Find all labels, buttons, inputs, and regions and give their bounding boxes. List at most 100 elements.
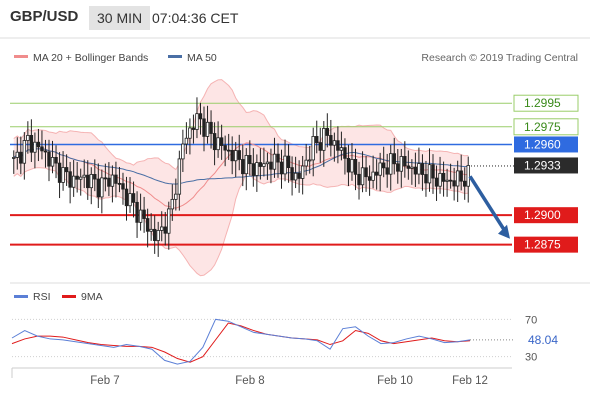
candle-body xyxy=(353,159,358,175)
candle-body xyxy=(406,165,411,169)
candle-body xyxy=(307,159,312,162)
candle-body xyxy=(279,161,284,175)
candle-body xyxy=(290,167,294,181)
candle-body xyxy=(29,135,34,153)
candle-body xyxy=(61,167,65,183)
candle-body xyxy=(367,176,372,181)
candle-body xyxy=(124,188,129,207)
candle-body xyxy=(110,174,115,187)
candle-body xyxy=(269,161,273,170)
research-credit: Research © 2019 Trading Central xyxy=(421,52,578,64)
candle-body xyxy=(452,180,456,187)
rsi-level-label: 30 xyxy=(525,352,537,364)
candle-body xyxy=(304,159,308,167)
candle-body xyxy=(392,153,396,165)
candle-body xyxy=(103,177,108,180)
candle-body xyxy=(131,193,136,203)
candle-body xyxy=(329,135,333,146)
candle-body xyxy=(466,165,470,187)
candle-body xyxy=(36,141,41,148)
candle-body xyxy=(138,209,143,223)
candle-body xyxy=(265,161,270,165)
candle-body xyxy=(420,163,425,175)
candle-body xyxy=(216,137,220,151)
level-label-1.2995: 1.2995 xyxy=(524,96,561,110)
candle-body xyxy=(357,173,361,186)
candle-body xyxy=(427,164,432,184)
candle-body xyxy=(121,183,125,190)
candle-body xyxy=(195,113,199,130)
candle-body xyxy=(385,167,389,175)
candle-body xyxy=(145,218,150,232)
candle-body xyxy=(322,128,326,151)
candle-body xyxy=(234,150,238,162)
rsi-legend-swatch xyxy=(14,295,28,298)
candle-body xyxy=(19,151,23,164)
ma50-legend-label: MA 50 xyxy=(187,52,217,64)
ma20-legend-label: MA 20 + Bollinger Bands xyxy=(33,52,148,64)
candle-body xyxy=(431,164,435,179)
candle-body xyxy=(114,174,118,184)
ma9-legend-swatch xyxy=(62,295,76,298)
candle-body xyxy=(64,167,69,173)
candle-body xyxy=(258,162,263,167)
level-label-1.2875: 1.2875 xyxy=(524,238,561,252)
candle-body xyxy=(149,228,153,232)
candle-body xyxy=(202,118,206,137)
candle-body xyxy=(223,145,227,151)
candle-body xyxy=(86,174,90,189)
candle-body xyxy=(188,127,192,139)
candle-body xyxy=(445,179,449,182)
candle-body xyxy=(339,147,344,151)
ma50-legend-swatch xyxy=(168,55,182,58)
candle-body xyxy=(396,163,400,172)
level-label-1.2960: 1.2960 xyxy=(524,137,561,151)
candle-body xyxy=(100,177,104,198)
candle-body xyxy=(50,157,55,167)
candle-body xyxy=(191,127,196,130)
rsi-value-label: 48.04 xyxy=(528,333,558,347)
candle-body xyxy=(142,209,146,219)
candle-body xyxy=(156,230,160,241)
candle-body xyxy=(117,182,122,185)
candle-body xyxy=(251,163,256,176)
candle-body xyxy=(343,147,347,159)
candle-body xyxy=(96,178,101,198)
level-label-1.2975: 1.2975 xyxy=(524,120,561,134)
level-label-1.2900: 1.2900 xyxy=(524,208,561,222)
candle-body xyxy=(79,176,83,180)
candle-body xyxy=(325,128,330,136)
candle-body xyxy=(82,174,86,178)
candle-body xyxy=(336,140,340,151)
candle-body xyxy=(12,157,16,159)
candle-body xyxy=(441,172,446,182)
candle-body xyxy=(40,146,44,152)
candle-body xyxy=(15,151,19,158)
candle-body xyxy=(381,162,386,169)
x-tick-label: Feb 12 xyxy=(452,375,488,387)
candle-body xyxy=(286,155,291,169)
candle-body xyxy=(71,175,76,188)
candle-body xyxy=(160,226,164,231)
candle-body xyxy=(248,155,252,165)
rsi-legend-label: RSI xyxy=(33,291,51,303)
candle-body xyxy=(47,151,51,167)
candle-body xyxy=(209,121,213,134)
candle-body xyxy=(389,153,393,175)
x-tick-label: Feb 7 xyxy=(90,375,119,387)
candle-body xyxy=(255,162,259,176)
candle-body xyxy=(350,159,354,173)
candle-body xyxy=(89,174,93,189)
candle-body xyxy=(181,143,185,160)
candle-body xyxy=(198,113,203,120)
candle-body xyxy=(434,177,439,187)
candle-body xyxy=(54,157,58,164)
last-price-label: 1.2933 xyxy=(524,158,561,172)
candle-body xyxy=(364,167,368,178)
candle-body xyxy=(230,150,234,162)
candle-body xyxy=(241,159,245,175)
ma9-legend-label: 9MA xyxy=(81,291,103,303)
candle-body xyxy=(448,179,453,182)
candle-body xyxy=(315,136,319,143)
candle-body xyxy=(26,135,30,141)
